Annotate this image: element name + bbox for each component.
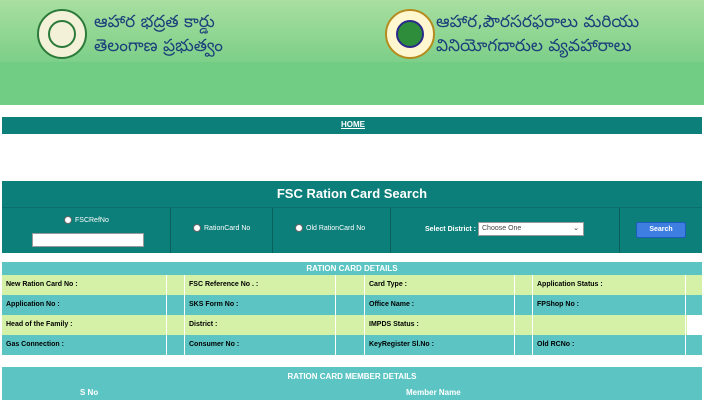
col-member-name-header: Member Name — [406, 388, 461, 397]
radio-circle-icon[interactable] — [193, 224, 201, 232]
header-band — [0, 62, 704, 105]
telangana-emblem-icon — [37, 9, 87, 59]
detail-label: IMPDS Status : — [365, 315, 515, 335]
search-button[interactable]: Search — [636, 222, 686, 238]
detail-label: Gas Connection : — [2, 335, 167, 355]
radio-rationcard-no[interactable]: RationCard No — [193, 224, 250, 232]
district-label: Select District : — [425, 226, 476, 233]
detail-label: FSC Reference No . : — [185, 275, 336, 295]
detail-label: New Ration Card No : — [2, 275, 167, 295]
detail-label: Head of the Family : — [2, 315, 167, 335]
radio-circle-icon[interactable] — [295, 224, 303, 232]
search-cell-ration: RationCard No — [171, 208, 273, 253]
search-cell-fsc: FSCRefNo — [2, 208, 171, 253]
site-header: ఆహార భద్రత కార్డు తెలంగాణ ప్రభుత్వం ఆహార… — [0, 0, 704, 105]
header-right-line1: ఆహార,పౌరసరఫరాలు మరియు — [436, 12, 640, 32]
nav-bar: HOME — [2, 117, 702, 134]
radio-circle-icon[interactable] — [64, 216, 72, 224]
search-form: FSCRefNo RationCard No Old RationCard No… — [2, 207, 702, 253]
detail-label: Application No : — [2, 295, 167, 315]
detail-label: Old RCNo : — [533, 335, 686, 355]
ration-card-details-title: RATION CARD DETAILS — [2, 262, 702, 275]
detail-label: Card Type : — [365, 275, 515, 295]
district-select[interactable]: Choose One ⌄ — [478, 222, 584, 236]
header-left-line1: ఆహార భద్రత కార్డు — [94, 12, 215, 32]
detail-label: SKS Form No : — [185, 295, 336, 315]
empty-cell — [687, 315, 702, 335]
header-left-line2: తెలంగాణ ప్రభుత్వం — [94, 36, 223, 56]
search-cell-button: Search — [620, 208, 702, 253]
detail-label: District : — [185, 315, 336, 335]
search-title: FSC Ration Card Search — [2, 181, 702, 207]
detail-label — [533, 315, 686, 335]
radio-fscrefno[interactable]: FSCRefNo — [64, 216, 109, 224]
detail-label: KeyRegister Sl.No : — [365, 335, 515, 355]
table-row: New Ration Card No : FSC Reference No . … — [2, 275, 702, 295]
detail-label: FPShop No : — [533, 295, 686, 315]
table-row: Head of the Family : District : IMPDS St… — [2, 315, 702, 335]
col-sno-header: S No — [80, 388, 99, 397]
member-details-title: RATION CARD MEMBER DETAILS — [2, 367, 702, 387]
table-row: Gas Connection : Consumer No : KeyRegist… — [2, 335, 702, 355]
chevron-down-icon: ⌄ — [573, 225, 579, 232]
search-cell-district: Select District : Choose One ⌄ — [391, 208, 620, 253]
detail-label: Office Name : — [365, 295, 515, 315]
header-right-line2: వినియోగదారుల వ్యవహారాలు — [436, 36, 632, 56]
table-row: Application No : SKS Form No : Office Na… — [2, 295, 702, 315]
civil-supplies-emblem-icon — [385, 9, 435, 59]
detail-label: Consumer No : — [185, 335, 336, 355]
member-table-header: S No Member Name — [2, 387, 702, 400]
ration-card-details-table: New Ration Card No : FSC Reference No . … — [2, 275, 702, 355]
fsc-ref-input[interactable] — [32, 233, 144, 247]
detail-label: Application Status : — [533, 275, 686, 295]
search-cell-old: Old RationCard No — [273, 208, 391, 253]
home-link[interactable]: HOME — [341, 120, 365, 129]
radio-old-rationcard-no[interactable]: Old RationCard No — [295, 224, 365, 232]
